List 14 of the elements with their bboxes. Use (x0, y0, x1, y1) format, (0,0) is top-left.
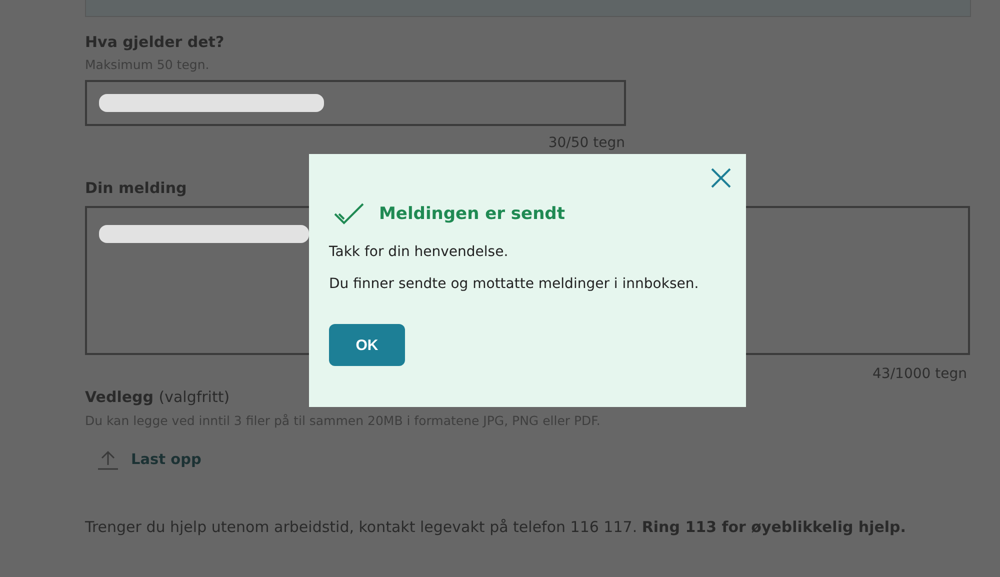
field-label: Din melding (85, 179, 188, 197)
dialog-text: Du finner sendte og mottatte meldinger i innboksen. (329, 276, 700, 292)
field-label: Vedlegg (valgfritt) (85, 388, 231, 406)
help-text: Trenger du hjelp utenom arbeidstid, kontakt legevakt på telefon 116 117. Ring 113 for øyeblikkelig hjelp. (85, 518, 907, 536)
character-counter: 30/50 tegn (547, 135, 625, 151)
checkmark-icon (333, 202, 365, 226)
subject-field[interactable] (85, 80, 626, 126)
ok-button[interactable]: OK (329, 324, 405, 366)
upload-icon (97, 450, 119, 470)
character-counter: 43/1000 tegn (872, 366, 967, 382)
dialog-text: Takk for din henvendelse. (329, 244, 510, 260)
dialog-title: Meldingen er sendt (379, 204, 565, 224)
upload-button[interactable]: Last opp (85, 450, 202, 470)
field-label: Hva gjelder det? (85, 33, 226, 51)
